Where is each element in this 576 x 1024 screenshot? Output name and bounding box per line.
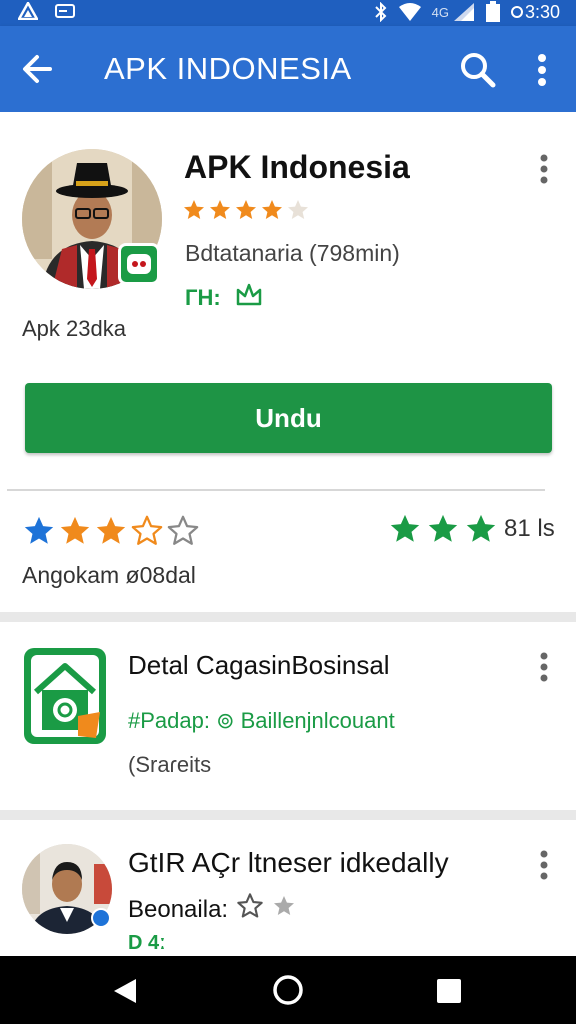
list-item-more-icon[interactable]: [532, 650, 556, 684]
app-subtitle: Bdtatanaria (798min): [185, 240, 400, 266]
star-green-icon: [428, 514, 458, 542]
star-filled-gray-icon[interactable]: [272, 894, 296, 925]
app-meta: Apk 23dka: [22, 316, 126, 341]
app-bar-title: APK INDONESIA: [104, 51, 352, 86]
star-outline-icon[interactable]: [236, 892, 264, 927]
profile-more-icon[interactable]: [532, 848, 556, 882]
star-filled-icon: [236, 200, 256, 219]
app-more-icon[interactable]: [532, 152, 556, 186]
star-filled-icon: [262, 200, 282, 219]
star-green-icon: [466, 514, 496, 542]
profile-tag: D 4ː: [128, 932, 166, 954]
list-item-title[interactable]: Detal CaɡasinBosinsal: [128, 650, 390, 681]
signal-icon: [453, 2, 475, 22]
star-outline-icon[interactable]: [166, 514, 200, 548]
crown-icon: [235, 282, 263, 314]
list-item-subtitle: (Sraɾeits: [128, 752, 212, 777]
app-rating-stars: [182, 198, 310, 222]
section-separator: [0, 810, 576, 820]
app-bar: APK INDONESIA: [0, 26, 576, 112]
star-outline-icon[interactable]: [130, 514, 164, 548]
clock: 3:30: [510, 1, 560, 23]
profile-subtitle: Beonaila:: [128, 892, 296, 927]
rating-count: 81 ls: [504, 515, 555, 542]
nav-home-icon[interactable]: [272, 974, 304, 1006]
network-type: 4G: [431, 4, 449, 20]
house-app-icon[interactable]: [22, 646, 108, 746]
bluetooth-icon: [374, 2, 388, 22]
overflow-menu-icon[interactable]: [528, 50, 556, 90]
drive-icon: [18, 2, 38, 20]
system-nav-bar: [0, 956, 576, 1024]
star-filled-icon[interactable]: [58, 514, 92, 548]
app-detail-content: APK Indonesia Bdtatanaria (798min) ГН: A…: [0, 112, 576, 956]
star-filled-icon: [210, 200, 230, 219]
overall-rating: 81 ls: [388, 512, 555, 546]
app-tag-label: ГН:: [185, 285, 221, 310]
status-bar: 4G 3:30: [0, 0, 576, 26]
star-green-icon: [390, 514, 420, 542]
rating-label: Angokam ø08dal: [22, 562, 196, 588]
section-separator: [0, 612, 576, 622]
search-icon[interactable]: [458, 50, 498, 90]
overall-rating-stars: [388, 512, 498, 546]
back-arrow-icon[interactable]: [18, 48, 60, 90]
list-item-tag: #Padap: ⊚ Baillenjnlcouant: [128, 708, 395, 733]
wifi-icon: [398, 2, 422, 22]
verified-badge-icon: [91, 908, 111, 928]
status-time: 3:30: [524, 1, 560, 22]
profile-title[interactable]: GtIR AÇr ltneser idkedally: [128, 847, 449, 879]
profile-subtitle-label: Beonaila:: [128, 895, 229, 923]
user-rating-stars[interactable]: [22, 514, 200, 548]
app-title: APK Indonesia: [184, 149, 410, 185]
star-filled-icon: [184, 200, 204, 219]
battery-icon: [485, 1, 501, 23]
nav-back-icon[interactable]: [110, 976, 140, 1006]
app-badge-icon: [118, 243, 160, 285]
star-filled-icon[interactable]: [94, 514, 128, 548]
alarm-icon: [510, 6, 523, 18]
star-filled-icon[interactable]: [22, 514, 56, 548]
cast-icon: [54, 3, 76, 19]
nav-recents-icon[interactable]: [436, 978, 462, 1004]
app-tag: ГН:: [185, 282, 263, 314]
star-empty-icon: [288, 200, 308, 219]
install-button[interactable]: Undu: [25, 383, 552, 453]
divider: [7, 489, 545, 491]
